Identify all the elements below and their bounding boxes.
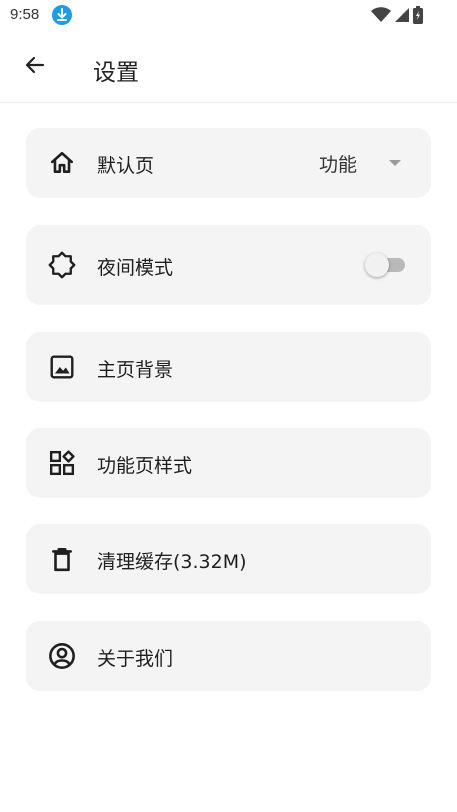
setting-night-mode[interactable]: 夜间模式 [26, 225, 431, 305]
wifi-icon [371, 7, 391, 27]
account-circle-icon [48, 642, 76, 670]
caret-down-icon [389, 160, 401, 166]
trash-icon [48, 545, 76, 573]
setting-about-us[interactable]: 关于我们 [26, 621, 431, 691]
image-icon [48, 353, 76, 381]
setting-label: 夜间模式 [97, 257, 174, 279]
back-button[interactable] [18, 50, 52, 84]
status-icons [371, 6, 423, 28]
setting-default-page[interactable]: 默认页 功能 [26, 128, 431, 198]
app-bar: 设置 [0, 32, 457, 103]
setting-function-page-style[interactable]: 功能页样式 [26, 428, 431, 498]
signal-icon [394, 7, 410, 27]
page-title: 设置 [93, 60, 139, 86]
battery-icon [413, 6, 423, 28]
download-icon [52, 5, 72, 25]
status-time: 9:58 [10, 6, 40, 23]
arrow-left-icon [23, 53, 47, 81]
default-page-dropdown[interactable]: 功能 [319, 148, 401, 178]
night-mode-toggle[interactable] [365, 252, 407, 278]
home-icon [48, 149, 76, 177]
setting-label: 清理缓存(3.32M) [97, 551, 247, 573]
setting-label: 功能页样式 [97, 455, 193, 477]
setting-home-background[interactable]: 主页背景 [26, 332, 431, 402]
setting-label: 默认页 [97, 155, 155, 177]
toggle-thumb [365, 253, 389, 277]
brightness-moon-icon [48, 251, 76, 279]
dropdown-value: 功能 [318, 153, 357, 176]
setting-clear-cache[interactable]: 清理缓存(3.32M) [26, 524, 431, 594]
setting-label: 关于我们 [97, 648, 174, 670]
setting-label: 主页背景 [97, 359, 174, 381]
status-bar: 9:58 [0, 0, 457, 32]
widgets-icon [48, 449, 76, 477]
